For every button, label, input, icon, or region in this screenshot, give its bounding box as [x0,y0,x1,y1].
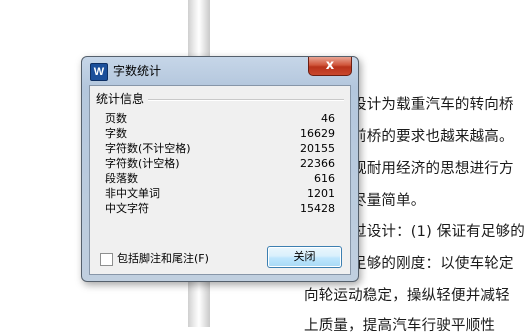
stat-label: 非中文单词 [105,187,160,200]
document-line: 前桥的要求也越来越高。 [352,129,514,145]
close-button[interactable]: 关闭 [267,246,342,268]
stat-value: 20155 [300,142,335,155]
close-icon[interactable]: x [308,57,352,76]
wps-writer-icon: W [90,63,108,81]
document-line: 设计为载重汽车的转向桥 [352,97,514,113]
stat-label: 段落数 [105,172,138,185]
stat-value: 616 [314,172,335,185]
document-line: 向轮运动稳定，操纵轻便并减轻 [304,288,510,304]
document-line: 观耐用经济的思想进行方 [352,161,514,177]
stat-label: 字符数(计空格) [105,157,180,170]
stat-row-non-chinese-words: 非中文单词 1201 [105,186,335,201]
document-line: 过设计：(1) 保证有足够的 [352,224,525,240]
stat-row-chinese-chars: 中文字符 15428 [105,201,335,216]
dialog-body: 统计信息 页数 46 字数 16629 字符数(不计空格) 20155 字符数(… [89,85,351,275]
stat-row-chars-no-spaces: 字符数(不计空格) 20155 [105,141,335,156]
stat-label: 字数 [105,127,127,140]
stat-row-paragraphs: 段落数 616 [105,171,335,186]
document-line: 尽量简单。 [352,193,426,209]
document-line: 足够的刚度：以使车轮定 [352,256,514,272]
stat-label: 字符数(不计空格) [105,142,191,155]
include-footnotes-label[interactable]: 包括脚注和尾注(F) [117,251,209,266]
stat-row-pages: 页数 46 [105,111,335,126]
dialog-title: 字数统计 [113,64,162,78]
statistics-group-label: 统计信息 [96,92,149,106]
stat-value: 1201 [307,187,335,200]
stat-value: 46 [321,112,335,125]
stat-row-words: 字数 16629 [105,126,335,141]
document-line: 上质量，提高汽车行驶平顺性 [304,318,496,334]
stat-row-chars-with-spaces: 字符数(计空格) 22366 [105,156,335,171]
include-footnotes-checkbox[interactable] [100,253,113,266]
stat-value: 15428 [300,202,335,215]
stat-label: 页数 [105,112,127,125]
stat-value: 22366 [300,157,335,170]
stat-label: 中文字符 [105,202,149,215]
word-count-dialog: W 字数统计 x 统计信息 页数 46 字数 16629 字符数(不计空格) 2… [81,56,359,282]
stat-value: 16629 [300,127,335,140]
